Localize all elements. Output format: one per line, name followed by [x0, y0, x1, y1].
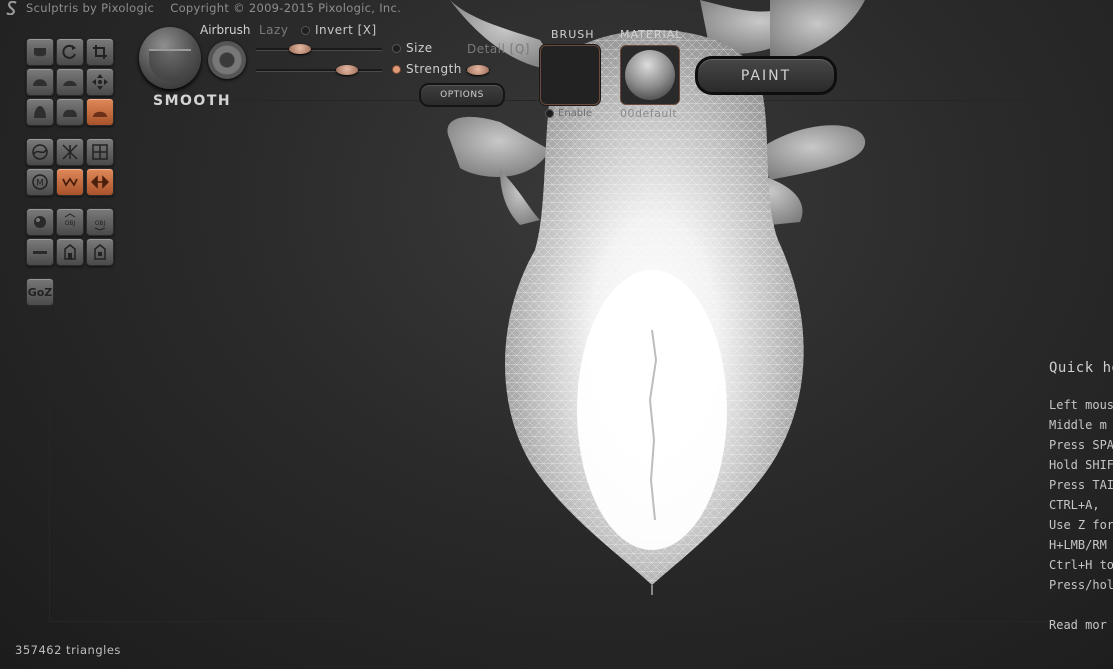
import-obj-icon: OBJ — [65, 213, 76, 227]
quick-help-line: Press/hol — [1049, 578, 1113, 592]
symmetry-off-icon — [62, 144, 78, 160]
rotate-icon — [62, 44, 76, 59]
quick-help-line: Press TAI — [1049, 478, 1113, 492]
options-button[interactable]: OPTIONS — [419, 83, 505, 107]
grid-icon — [92, 144, 108, 160]
flatten-icon — [34, 106, 46, 118]
quick-help-line: Use Z for — [1049, 518, 1113, 532]
move-icon — [92, 74, 108, 90]
detail-slider-knob[interactable] — [467, 65, 489, 75]
material-name: 00default — [620, 107, 678, 120]
size-slider-knob[interactable] — [289, 44, 312, 54]
export-obj-icon: OBJ — [95, 220, 106, 231]
symmetry-button[interactable] — [56, 138, 84, 166]
smooth-brush-preview-icon[interactable] — [139, 27, 201, 89]
wireframe-toggle-button[interactable] — [26, 138, 54, 166]
crop-tool-button[interactable] — [86, 38, 114, 66]
quick-help-panel: Quick he Left mous Middle m Press SPA Hold … — [1049, 360, 1113, 632]
quick-help-line: Hold SHIF — [1049, 458, 1113, 472]
plane-icon — [33, 251, 47, 254]
smooth-tool-button[interactable] — [86, 98, 114, 126]
mask-button[interactable]: M — [26, 168, 54, 196]
strength-slider[interactable] — [256, 69, 382, 72]
grab-tool-button[interactable] — [56, 98, 84, 126]
enable-radio-icon — [545, 109, 554, 118]
read-more-link[interactable]: Read mor — [1049, 618, 1113, 632]
invert-toggle[interactable]: Invert [X] — [301, 23, 377, 37]
quick-help-title: Quick he — [1049, 360, 1113, 376]
save-icon — [94, 244, 106, 260]
new-plane-button[interactable] — [26, 238, 54, 266]
brush-panel-title: BRUSH — [551, 28, 595, 41]
wireframe-toggle-icon — [32, 144, 48, 160]
reduce-icon — [62, 177, 78, 187]
lazy-toggle[interactable]: Lazy — [259, 23, 288, 37]
brush-texture-swatch[interactable] — [540, 45, 600, 105]
enable-label: Enable — [558, 108, 593, 119]
detail-label: Detail [Q] — [467, 42, 530, 56]
mirror-button[interactable] — [86, 168, 114, 196]
quick-help-line: Middle m — [1049, 418, 1107, 432]
brush-name: SMOOTH — [153, 93, 232, 109]
strength-radio-icon[interactable] — [392, 64, 401, 74]
smooth-icon — [93, 111, 107, 117]
sphere-icon — [34, 216, 46, 228]
grab-icon — [63, 109, 77, 117]
copyright: Copyright © 2009-2015 Pixologic, Inc. — [170, 1, 402, 15]
strength-label: Strength — [406, 62, 462, 76]
mask-icon: M — [32, 174, 48, 190]
size-label: Size — [406, 41, 433, 55]
airbrush-label: Airbrush — [200, 23, 251, 37]
pinch-icon — [63, 80, 77, 86]
quick-help-line: Left mous — [1049, 398, 1113, 412]
open-file-button[interactable] — [56, 238, 84, 266]
size-slider[interactable] — [256, 48, 382, 51]
open-icon — [64, 244, 76, 260]
inflate-tool-button[interactable] — [26, 68, 54, 96]
quick-help-line: H+LMB/RM — [1049, 538, 1107, 552]
import-obj-button[interactable]: OBJ — [56, 208, 84, 236]
paint-button[interactable]: PAINT — [695, 56, 837, 95]
goz-button[interactable]: GoZ — [26, 278, 54, 306]
grid-button[interactable] — [86, 138, 114, 166]
svg-text:M: M — [36, 179, 44, 189]
export-obj-button[interactable]: OBJ — [86, 208, 114, 236]
app-title: Sculptris by Pixologic — [25, 0, 155, 15]
strength-option: Strength — [392, 62, 462, 76]
material-sphere-icon — [625, 50, 675, 100]
crop-icon — [93, 45, 107, 59]
material-swatch[interactable] — [620, 45, 680, 105]
triangle-count: 357462 triangles — [15, 643, 121, 657]
svg-text:OBJ: OBJ — [65, 220, 76, 227]
invert-label: Invert [X] — [315, 23, 377, 37]
sculptris-logo-icon — [6, 1, 17, 16]
quick-help-line: CTRL+A, — [1049, 498, 1100, 512]
tool-palette: M OBJ OBJ — [26, 0, 114, 266]
draw-tool-button[interactable] — [26, 38, 54, 66]
pinch-tool-button[interactable] — [56, 68, 84, 96]
invert-radio-icon — [301, 25, 310, 35]
strength-slider-knob[interactable] — [335, 65, 358, 75]
flatten-tool-button[interactable] — [26, 98, 54, 126]
material-panel-title: MATERIAL — [620, 28, 683, 41]
size-radio-icon[interactable] — [392, 43, 401, 53]
new-sphere-button[interactable] — [26, 208, 54, 236]
move-tool-button[interactable] — [86, 68, 114, 96]
mirror-icon — [91, 175, 109, 189]
reduce-button[interactable] — [56, 168, 84, 196]
title-bar: Sculptris by Pixologic Copyright © 2009-… — [6, 0, 401, 16]
quick-help-line: Ctrl+H to — [1049, 558, 1113, 572]
size-option: Size — [392, 41, 433, 55]
svg-text:OBJ: OBJ — [95, 220, 106, 227]
inflate-icon — [33, 79, 47, 86]
brush-enable-toggle[interactable]: Enable — [545, 108, 592, 119]
quick-help-line: Press SPA — [1049, 438, 1113, 452]
rotate-view-button[interactable] — [56, 38, 84, 66]
airbrush-toggle-icon[interactable] — [208, 41, 246, 79]
quick-help-lines: Left mous Middle m Press SPA Hold SHIF Press… — [1049, 398, 1113, 598]
draw-icon — [34, 48, 46, 57]
save-file-button[interactable] — [86, 238, 114, 266]
